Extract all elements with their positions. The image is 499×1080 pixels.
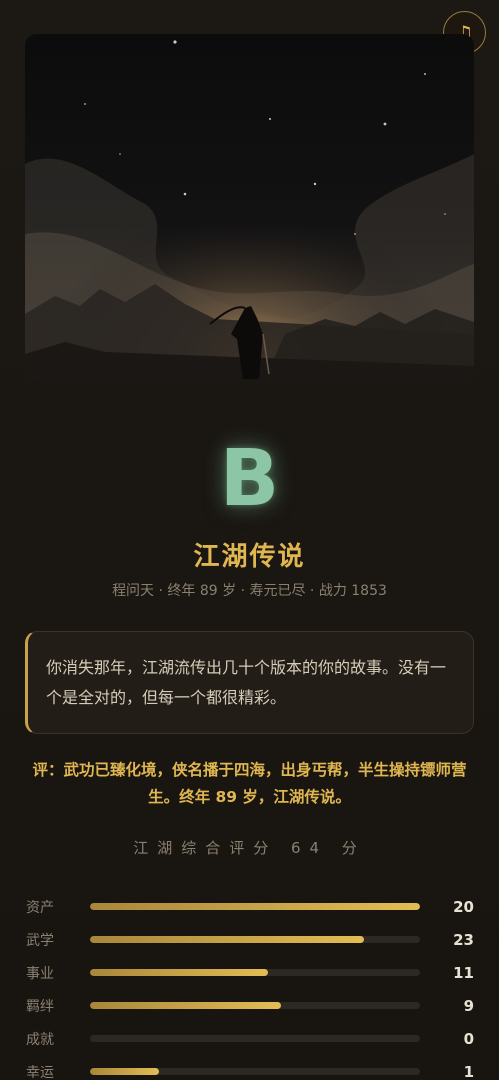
night-landscape-illustration xyxy=(25,34,474,379)
stat-row: 武学 23 xyxy=(26,923,474,956)
hero-image xyxy=(25,34,474,379)
epilogue-card: 你消失那年，江湖流传出几十个版本的你的故事。没有一个是全对的，但每一个都很精彩。 xyxy=(25,631,474,734)
stat-row: 资产 20 xyxy=(26,890,474,923)
stat-label: 幸运 xyxy=(26,1064,54,1080)
stat-bar xyxy=(90,969,420,976)
stat-row: 事业 11 xyxy=(26,956,474,989)
epilogue-text: 你消失那年，江湖流传出几十个版本的你的故事。没有一个是全对的，但每一个都很精彩。 xyxy=(46,658,447,707)
stat-bar xyxy=(90,936,420,943)
stats-list: 资产 20 武学 23 事业 11 羁绊 9 成就 0 幸运 1 xyxy=(26,890,474,1080)
stat-bar-fill xyxy=(90,1002,282,1009)
stat-value: 1 xyxy=(463,1062,474,1080)
stat-bar-fill xyxy=(90,1068,160,1075)
overall-score: 江湖综合评分 64 分 xyxy=(133,839,366,857)
stat-value: 23 xyxy=(453,930,474,949)
stat-value: 20 xyxy=(453,897,474,916)
stat-row: 幸运 1 xyxy=(26,1055,474,1080)
stat-bar-fill xyxy=(90,903,420,910)
stat-bar xyxy=(90,1002,420,1009)
stat-bar xyxy=(90,903,420,910)
result-title: 江湖传说 xyxy=(193,542,306,572)
grade-badge: B xyxy=(219,434,280,524)
stat-value: 11 xyxy=(453,963,474,982)
stat-label: 资产 xyxy=(26,899,54,916)
stat-value: 0 xyxy=(463,1029,474,1048)
stat-row: 成就 0 xyxy=(26,1022,474,1055)
stat-label: 成就 xyxy=(26,1031,54,1048)
verdict-text: 评：武功已臻化境，侠名播于四海，出身丐帮，半生操持镖师营生。终年 89 岁，江湖… xyxy=(32,761,467,806)
result-page: ♫ B 江湖传说 程问天 · 终年 89 岁 · 寿元已尽 · 战力 1853 … xyxy=(0,0,499,1080)
stat-bar xyxy=(90,1068,420,1075)
stat-bar-fill xyxy=(90,936,364,943)
stat-bar xyxy=(90,1035,420,1042)
stat-label: 武学 xyxy=(26,932,54,949)
stat-bar-fill xyxy=(90,969,269,976)
stat-label: 羁绊 xyxy=(26,998,54,1015)
character-summary: 程问天 · 终年 89 岁 · 寿元已尽 · 战力 1853 xyxy=(112,583,387,599)
stat-label: 事业 xyxy=(26,965,54,982)
stat-row: 羁绊 9 xyxy=(26,989,474,1022)
stat-value: 9 xyxy=(463,996,474,1015)
